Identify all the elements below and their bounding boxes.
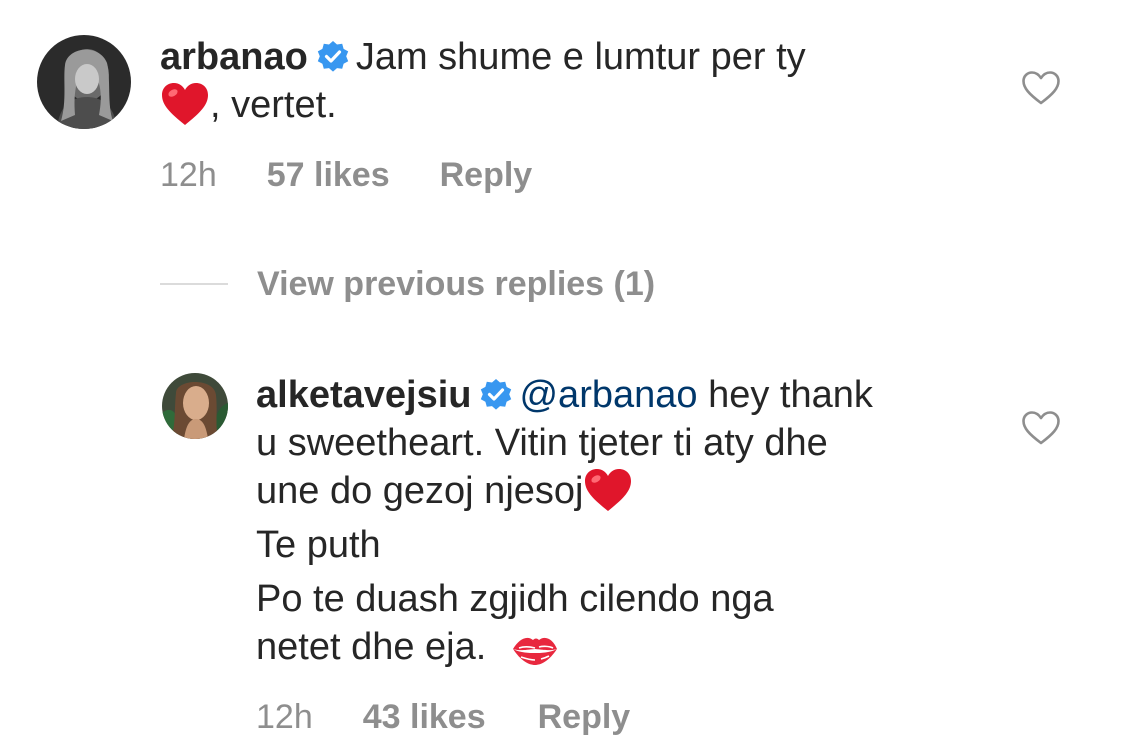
- comment-alketavejsiu: alketavejsiu @arbanao hey thank u sweeth…: [256, 371, 976, 671]
- comment-arbanao: arbanao Jam shume e lumtur per ty , vert…: [160, 33, 960, 129]
- view-previous-replies-button[interactable]: View previous replies (1): [160, 262, 655, 306]
- reply-button[interactable]: Reply: [440, 155, 533, 195]
- view-previous-replies-label: View previous replies (1): [257, 264, 656, 303]
- verified-badge-icon: [479, 378, 513, 412]
- reply-button[interactable]: Reply: [538, 697, 631, 737]
- like-heart-icon[interactable]: [1021, 70, 1061, 106]
- comment-text-line: Te puth: [256, 524, 381, 566]
- avatar-alketavejsiu[interactable]: [162, 373, 228, 439]
- likes-count[interactable]: 43 likes: [363, 697, 486, 737]
- replies-divider: [160, 283, 228, 285]
- likes-count[interactable]: 57 likes: [267, 155, 390, 195]
- kiss-mark-emoji: [511, 631, 559, 669]
- comment-text-line: netet dhe eja.: [256, 626, 487, 668]
- comment-time: 12h: [256, 698, 313, 736]
- red-heart-emoji: [583, 467, 633, 513]
- mention-link[interactable]: @arbanao: [519, 374, 697, 416]
- red-heart-emoji: [160, 81, 210, 127]
- username-alketavejsiu[interactable]: alketavejsiu: [256, 374, 471, 416]
- verified-badge-icon: [316, 40, 350, 74]
- comment-text-line: une do gezoj njesoj: [256, 470, 584, 512]
- avatar-arbanao[interactable]: [37, 35, 131, 129]
- comment-text: hey thank: [708, 374, 873, 416]
- comment-text-line: u sweetheart. Vitin tjeter ti aty dhe: [256, 422, 828, 464]
- comment-meta-alketavejsiu: 12h 43 likes Reply: [256, 697, 630, 737]
- comment-text-continued: , vertet.: [210, 84, 337, 126]
- comment-meta-arbanao: 12h 57 likes Reply: [160, 155, 532, 195]
- comment-time: 12h: [160, 156, 217, 194]
- comment-text: Jam shume e lumtur per ty: [355, 36, 806, 78]
- like-heart-icon[interactable]: [1021, 410, 1061, 446]
- username-arbanao[interactable]: arbanao: [160, 36, 308, 78]
- comment-text-line: Po te duash zgjidh cilendo nga: [256, 578, 774, 620]
